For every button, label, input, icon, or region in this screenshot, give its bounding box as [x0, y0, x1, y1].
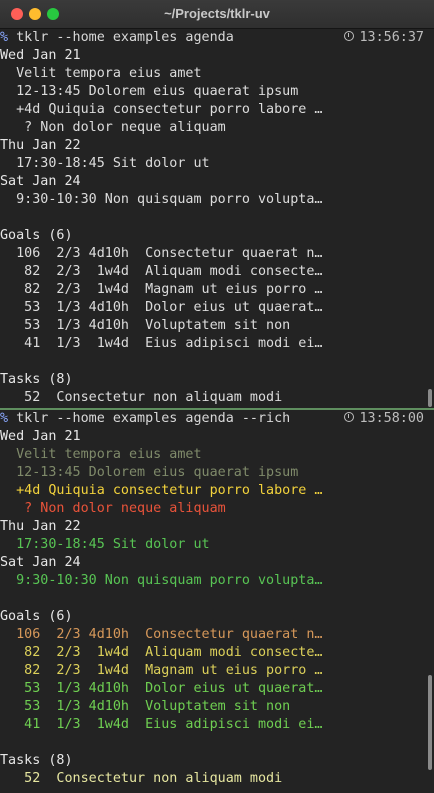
- goal-row: 106 2/3 4d10h Consectetur quaerat n…: [0, 246, 323, 261]
- goal-row: 53 1/3 4d10h Dolor eius ut quaerat…: [0, 300, 323, 315]
- agenda-item: Velit tempora eius amet: [0, 447, 202, 462]
- prompt-symbol: %: [0, 411, 9, 426]
- command-text: tklr --home examples agenda --rich: [8, 411, 291, 426]
- agenda-item: 9:30-10:30 Non quisquam porro volupta…: [0, 192, 323, 207]
- prompt-symbol: %: [0, 30, 9, 45]
- prompt-line: % tklr --home examples agenda --rich 13:5…: [0, 410, 434, 428]
- date-heading: Sat Jan 24: [0, 174, 81, 189]
- goal-row: 53 1/3 4d10h Voluptatem sit non: [0, 699, 291, 714]
- clock-icon: [343, 31, 354, 41]
- goal-row: 82 2/3 1w4d Magnam ut eius porro …: [0, 663, 323, 678]
- top-pane-scrollbar[interactable]: [428, 389, 432, 407]
- date-heading: Wed Jan 21: [0, 48, 81, 63]
- date-heading: Sat Jan 24: [0, 555, 81, 570]
- tasks-heading: Tasks (8): [0, 753, 73, 768]
- goal-row: 53 1/3 4d10h Voluptatem sit non: [0, 318, 291, 333]
- command-text: tklr --home examples agenda: [8, 30, 234, 45]
- goal-row: 53 1/3 4d10h Dolor eius ut quaerat…: [0, 681, 323, 696]
- agenda-item: 17:30-18:45 Sit dolor ut: [0, 537, 210, 552]
- date-heading: Thu Jan 22: [0, 519, 81, 534]
- goal-row: 82 2/3 1w4d Aliquam modi consecte…: [0, 645, 323, 660]
- bottom-pane-scrollbar[interactable]: [428, 675, 432, 770]
- agenda-item: 12-13:45 Dolorem eius quaerat ipsum: [0, 465, 299, 480]
- prompt-line: % tklr --home examples agenda 13:56:37: [0, 29, 434, 47]
- clock-time: 13:56:37: [359, 30, 425, 45]
- goal-row: 106 2/3 4d10h Consectetur quaerat n…: [0, 627, 323, 642]
- clock-time: 13:58:00: [359, 411, 425, 426]
- date-heading: Wed Jan 21: [0, 429, 81, 444]
- clock-icon: [343, 412, 354, 422]
- goals-heading: Goals (6): [0, 609, 73, 624]
- agenda-item: ? Non dolor neque aliquam: [0, 120, 226, 135]
- goal-row: 82 2/3 1w4d Aliquam modi consecte…: [0, 264, 323, 279]
- agenda-item: +4d Quiquia consectetur porro labore …: [0, 102, 323, 117]
- agenda-item: +4d Quiquia consectetur porro labore …: [0, 483, 323, 498]
- bottom-pane[interactable]: % tklr --home examples agenda --rich 13:5…: [0, 410, 434, 793]
- terminal-window: ~/Projects/tklr-uv % tklr --home example…: [0, 0, 434, 793]
- task-row: 52 Consectetur non aliquam modi: [0, 771, 283, 786]
- date-heading: Thu Jan 22: [0, 138, 81, 153]
- goals-heading: Goals (6): [0, 228, 73, 243]
- agenda-item: 17:30-18:45 Sit dolor ut: [0, 156, 210, 171]
- window-title: ~/Projects/tklr-uv: [164, 6, 270, 21]
- agenda-item: 12-13:45 Dolorem eius quaerat ipsum: [0, 84, 299, 99]
- prompt-timestamp: 13:56:37: [343, 29, 425, 47]
- agenda-item: Velit tempora eius amet: [0, 66, 202, 81]
- task-row: 52 Consectetur non aliquam modi: [0, 390, 283, 405]
- goal-row: 41 1/3 1w4d Eius adipisci modi ei…: [0, 717, 323, 732]
- agenda-item: 9:30-10:30 Non quisquam porro volupta…: [0, 573, 323, 588]
- top-pane[interactable]: % tklr --home examples agenda 13:56:37 We…: [0, 29, 434, 409]
- prompt-timestamp: 13:58:00: [343, 410, 425, 428]
- goal-row: 82 2/3 1w4d Magnam ut eius porro …: [0, 282, 323, 297]
- goal-row: 41 1/3 1w4d Eius adipisci modi ei…: [0, 336, 323, 351]
- agenda-item: ? Non dolor neque aliquam: [0, 501, 226, 516]
- title-bar: ~/Projects/tklr-uv: [0, 0, 434, 29]
- tasks-heading: Tasks (8): [0, 372, 73, 387]
